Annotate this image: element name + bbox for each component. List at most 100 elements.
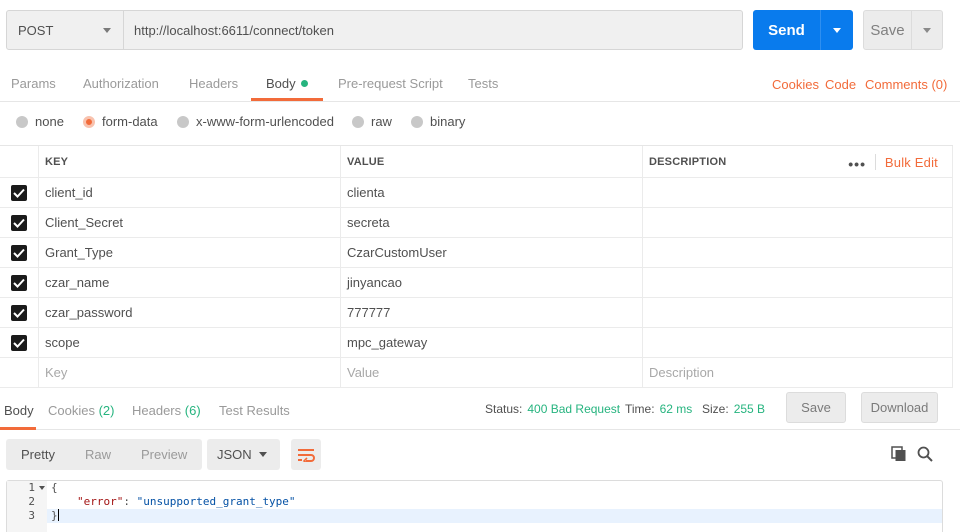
- row-checkbox[interactable]: [0, 298, 37, 327]
- row-checkbox[interactable]: [0, 268, 37, 297]
- code-line: {: [51, 481, 58, 494]
- download-button[interactable]: Download: [861, 392, 938, 423]
- response-tab-headers[interactable]: Headers (6): [132, 403, 201, 418]
- description-field[interactable]: [642, 208, 953, 237]
- count-badge: (6): [184, 403, 201, 418]
- radio-binary[interactable]: binary: [411, 114, 465, 129]
- radio-none[interactable]: none: [16, 114, 64, 129]
- code-line: }: [51, 509, 59, 523]
- wrap-lines-button[interactable]: [291, 439, 321, 470]
- format-label: JSON: [217, 447, 252, 462]
- send-button[interactable]: Send: [753, 10, 821, 50]
- more-options-icon[interactable]: •••: [848, 156, 866, 172]
- tab-label: Cookies: [48, 403, 95, 418]
- description-field[interactable]: [642, 238, 953, 267]
- description-field[interactable]: [642, 268, 953, 297]
- row-checkbox[interactable]: [0, 328, 37, 357]
- radio-circle-icon: [177, 115, 189, 128]
- description-field[interactable]: [642, 328, 953, 357]
- description-field[interactable]: [642, 178, 953, 207]
- checkbox-checked-icon: [10, 184, 27, 201]
- key-field[interactable]: Grant_Type: [38, 238, 340, 267]
- tab-body[interactable]: Body: [266, 76, 308, 91]
- value-field[interactable]: CzarCustomUser: [340, 238, 642, 267]
- send-options-button[interactable]: [821, 10, 853, 50]
- code-link[interactable]: Code: [825, 77, 856, 92]
- bulk-edit-link[interactable]: Bulk Edit: [885, 155, 938, 170]
- radio-x-www-form-urlencoded[interactable]: x-www-form-urlencoded: [177, 114, 334, 129]
- radio-raw[interactable]: raw: [352, 114, 392, 129]
- divider: [875, 154, 876, 170]
- checkbox-checked-icon: [10, 244, 27, 261]
- copy-icon[interactable]: [891, 446, 907, 462]
- url-text: http://localhost:6611/connect/token: [134, 22, 334, 38]
- json-separator: :: [123, 495, 137, 508]
- cookies-link[interactable]: Cookies: [772, 77, 819, 92]
- value-field[interactable]: clienta: [340, 178, 642, 207]
- key-field[interactable]: czar_name: [38, 268, 340, 297]
- tab-params[interactable]: Params: [11, 76, 56, 91]
- body-type-radios: none form-data x-www-form-urlencoded raw…: [0, 102, 960, 144]
- table-row: czar_name jinyancao: [0, 268, 953, 298]
- view-pretty[interactable]: Pretty: [6, 439, 70, 470]
- search-icon[interactable]: [917, 446, 933, 462]
- status-value: 400 Bad Request: [527, 402, 621, 416]
- tab-body-label: Body: [266, 76, 296, 91]
- chevron-down-icon: [259, 452, 267, 457]
- method-select[interactable]: POST: [7, 11, 124, 49]
- save-options-button[interactable]: [912, 11, 942, 49]
- tab-tests[interactable]: Tests: [468, 76, 498, 91]
- key-field[interactable]: scope: [38, 328, 340, 357]
- time-value: 62 ms: [659, 402, 693, 416]
- comments-link[interactable]: Comments (0): [865, 77, 947, 92]
- response-body-editor[interactable]: 1 2 3 { "error": "unsupported_grant_type…: [6, 480, 943, 532]
- table-row-new: Key Value Description: [0, 358, 953, 388]
- radio-circle-icon: [352, 115, 364, 128]
- radio-circle-icon: [16, 115, 28, 128]
- tab-headers[interactable]: Headers: [189, 76, 238, 91]
- active-tab-indicator: [251, 98, 323, 101]
- view-preview[interactable]: Preview: [126, 439, 202, 470]
- size-value: 255 B: [733, 402, 766, 416]
- description-field[interactable]: [642, 298, 953, 327]
- row-checkbox[interactable]: [0, 178, 37, 207]
- size-info: Size: 255 B: [702, 402, 765, 416]
- value-placeholder[interactable]: Value: [340, 358, 642, 387]
- save-response-button[interactable]: Save: [786, 392, 846, 423]
- url-input[interactable]: http://localhost:6611/connect/token: [124, 11, 742, 49]
- format-select[interactable]: JSON: [207, 439, 280, 470]
- response-tab-cookies[interactable]: Cookies (2): [48, 403, 114, 418]
- checkbox-checked-icon: [10, 214, 27, 231]
- view-raw[interactable]: Raw: [70, 439, 126, 470]
- value-field[interactable]: 777777: [340, 298, 642, 327]
- row-checkbox[interactable]: [0, 238, 37, 267]
- table-header-row: KEY VALUE DESCRIPTION ••• Bulk Edit: [0, 146, 953, 178]
- response-tab-test-results[interactable]: Test Results: [219, 403, 290, 418]
- radio-label: binary: [430, 114, 466, 129]
- table-row: Client_Secret secreta: [0, 208, 953, 238]
- form-data-table: KEY VALUE DESCRIPTION ••• Bulk Edit clie…: [0, 145, 953, 388]
- status-info: Status: 400 Bad Request: [485, 402, 620, 416]
- radio-label: raw: [371, 114, 392, 129]
- value-field[interactable]: secreta: [340, 208, 642, 237]
- tab-authorization[interactable]: Authorization: [83, 76, 159, 91]
- request-tabs: Params Authorization Headers Body Pre-re…: [0, 64, 960, 102]
- key-placeholder[interactable]: Key: [38, 358, 340, 387]
- response-view-toggle: Pretty Raw Preview: [6, 439, 203, 470]
- fold-arrow-icon[interactable]: [39, 486, 45, 490]
- description-placeholder[interactable]: Description: [642, 358, 953, 387]
- key-field[interactable]: client_id: [38, 178, 340, 207]
- save-request-button[interactable]: Save: [864, 11, 912, 49]
- value-field[interactable]: mpc_gateway: [340, 328, 642, 357]
- key-field[interactable]: Client_Secret: [38, 208, 340, 237]
- radio-form-data[interactable]: form-data: [83, 114, 158, 129]
- column-header-key: KEY: [38, 146, 340, 177]
- value-field[interactable]: jinyancao: [340, 268, 642, 297]
- key-field[interactable]: czar_password: [38, 298, 340, 327]
- active-tab-indicator: [0, 427, 36, 430]
- response-header: Body Cookies (2) Headers (6) Test Result…: [0, 390, 960, 430]
- column-header-description: DESCRIPTION ••• Bulk Edit: [642, 146, 953, 177]
- response-tab-body[interactable]: Body: [4, 403, 34, 418]
- tab-pre-request-script[interactable]: Pre-request Script: [338, 76, 443, 91]
- row-checkbox[interactable]: [0, 208, 37, 237]
